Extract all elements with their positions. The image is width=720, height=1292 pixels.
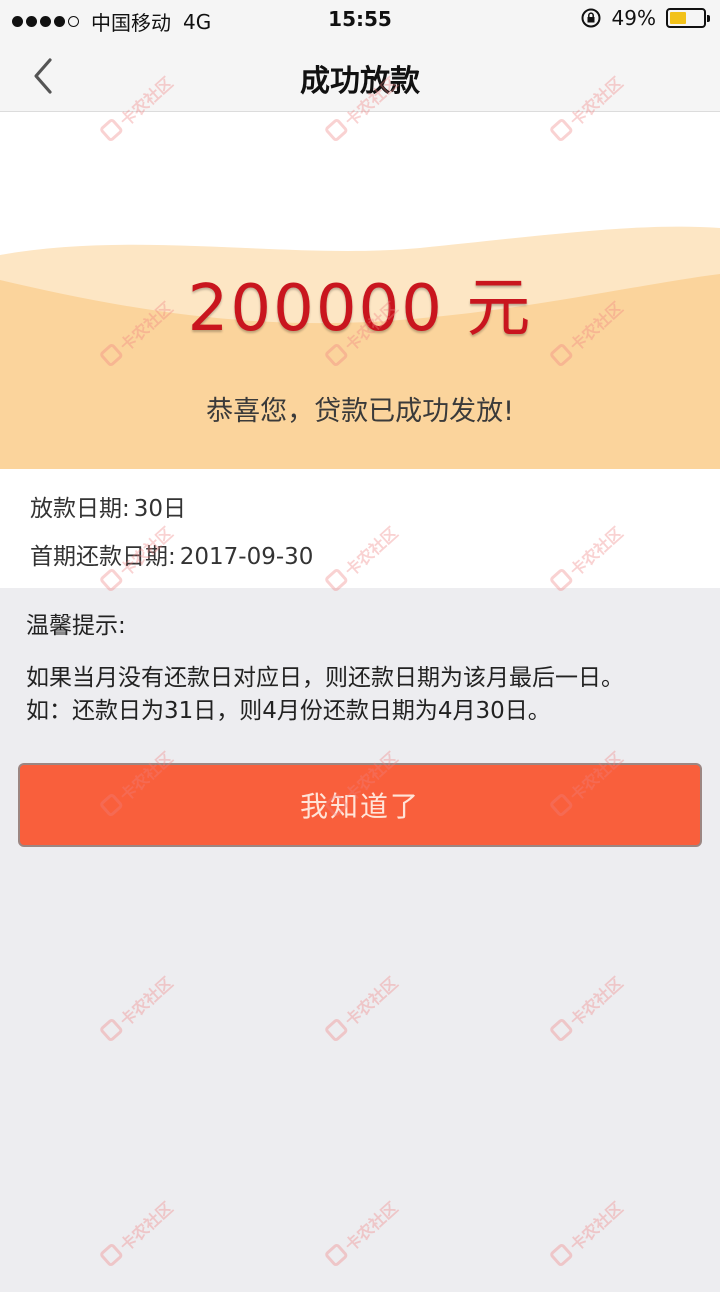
status-bar: 中国移动 4G 15:55 49% <box>0 0 720 40</box>
loan-info: 放款日期: 30日 首期还款日期: 2017-09-30 <box>0 469 720 588</box>
first-repayment-date-row: 首期还款日期: 2017-09-30 <box>30 537 313 571</box>
watermark-logo-icon <box>98 1017 125 1043</box>
disbursement-date-label: 放款日期: <box>30 496 130 522</box>
watermark-text: 卡农社区 <box>566 973 627 1031</box>
watermark-logo-icon <box>323 1242 350 1268</box>
watermark-logo-icon <box>98 1242 125 1268</box>
disbursement-date-row: 放款日期: 30日 <box>30 489 186 523</box>
tips-section: 温馨提示: 如果当月没有还款日对应日，则还款日期为该月最后一日。 如：还款日为3… <box>26 606 706 728</box>
tips-line: 如：还款日为31日，则4月份还款日期为4月30日。 <box>26 698 551 724</box>
watermark-stamp: 卡农社区 <box>304 1179 417 1292</box>
battery-icon <box>666 8 710 28</box>
watermark-text: 卡农社区 <box>341 973 402 1031</box>
status-right: 49% <box>580 6 710 30</box>
first-repayment-date-value: 2017-09-30 <box>179 544 314 570</box>
watermark-logo-icon <box>548 1017 575 1043</box>
tips-title: 温馨提示: <box>26 613 126 639</box>
tips-line: 如果当月没有还款日对应日，则还款日期为该月最后一日。 <box>26 665 624 691</box>
first-repayment-date-label: 首期还款日期: <box>30 544 176 570</box>
battery-percent: 49% <box>611 6 656 30</box>
page-title: 成功放款 <box>300 64 420 99</box>
loan-amount: 200000 元 <box>187 272 533 346</box>
disbursement-date-value: 30日 <box>133 496 187 522</box>
watermark-text: 卡农社区 <box>116 973 177 1031</box>
watermark-stamp: 卡农社区 <box>79 954 192 1067</box>
success-message: 恭喜您，贷款已成功发放! <box>206 396 514 427</box>
disbursement-hero: 200000 元 恭喜您，贷款已成功发放! <box>0 112 720 469</box>
watermark-stamp: 卡农社区 <box>79 1179 192 1292</box>
watermark-logo-icon <box>323 1017 350 1043</box>
navigation-bar: 成功放款 <box>0 40 720 112</box>
watermark-text: 卡农社区 <box>341 1198 402 1256</box>
watermark-text: 卡农社区 <box>116 1198 177 1256</box>
watermark-text: 卡农社区 <box>566 1198 627 1256</box>
watermark-stamp: 卡农社区 <box>529 1179 642 1292</box>
watermark-stamp: 卡农社区 <box>529 954 642 1067</box>
watermark-stamp: 卡农社区 <box>304 954 417 1067</box>
rotation-lock-icon <box>581 8 601 28</box>
confirm-button[interactable]: 我知道了 <box>20 765 700 845</box>
watermark-logo-icon <box>548 1242 575 1268</box>
